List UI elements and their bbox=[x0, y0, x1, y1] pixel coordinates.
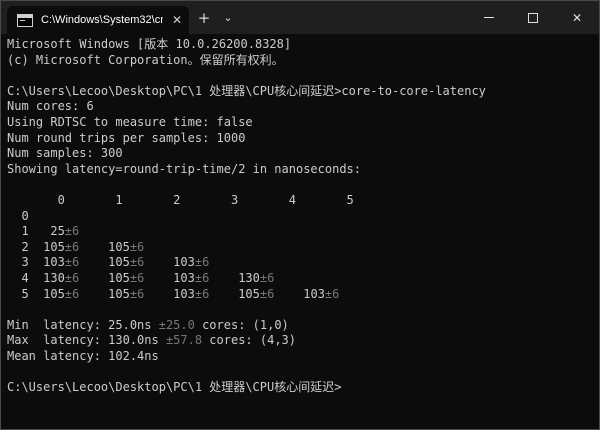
error-margin-text: ±6 bbox=[194, 255, 210, 270]
maximize-icon bbox=[528, 12, 538, 23]
terminal-line: Min latency: 25.0ns ±25.0 cores: (1,0) bbox=[7, 318, 593, 334]
error-margin-text: ±6 bbox=[129, 239, 145, 254]
terminal-text: 105 bbox=[79, 239, 130, 254]
error-margin-text: ±6 bbox=[129, 255, 145, 270]
terminal-line: Mean latency: 102.4ns bbox=[7, 349, 593, 365]
terminal-text: 130 bbox=[209, 270, 260, 285]
error-margin-text: ±25.0 bbox=[158, 317, 195, 332]
terminal-text: 103 bbox=[144, 270, 195, 285]
tab-cmd[interactable]: C:\Windows\System32\cmd.exe ✕ bbox=[7, 6, 189, 34]
error-margin-text: ±6 bbox=[64, 239, 80, 254]
error-margin-text: ±6 bbox=[324, 286, 340, 301]
terminal-line: 4 130±6 105±6 103±6 130±6 bbox=[7, 271, 593, 287]
terminal-text: cores: (1,0) bbox=[194, 317, 289, 332]
terminal-text: C:\Users\Lecoo\Desktop\PC\1 处理器\CPU核心间延迟… bbox=[7, 83, 486, 98]
minimize-icon bbox=[484, 17, 494, 18]
terminal-text: 1 25 bbox=[7, 224, 65, 239]
error-margin-text: ±6 bbox=[129, 270, 145, 285]
terminal-text: 2 105 bbox=[7, 239, 65, 254]
minimize-button[interactable] bbox=[467, 1, 511, 34]
terminal-text: 105 bbox=[79, 270, 130, 285]
terminal-text: 3 103 bbox=[7, 255, 65, 270]
terminal-text: 5 105 bbox=[7, 286, 65, 301]
terminal-text: 105 bbox=[79, 286, 130, 301]
terminal-text: 105 bbox=[79, 255, 130, 270]
terminal-line: 2 105±6 105±6 bbox=[7, 240, 593, 256]
terminal-text: 105 bbox=[209, 286, 260, 301]
terminal-line: C:\Users\Lecoo\Desktop\PC\1 处理器\CPU核心间延迟… bbox=[7, 84, 593, 100]
tab-dropdown-button[interactable]: ⌄ bbox=[220, 8, 236, 28]
terminal-line: 0 1 2 3 4 5 bbox=[7, 193, 593, 209]
error-margin-text: ±6 bbox=[64, 255, 80, 270]
terminal-line: 1 25±6 bbox=[7, 224, 593, 240]
terminal-icon bbox=[17, 13, 33, 27]
terminal-line: Microsoft Windows [版本 10.0.26200.8328] bbox=[7, 37, 593, 53]
terminal-line: Num samples: 300 bbox=[7, 146, 593, 162]
error-margin-text: ±6 bbox=[194, 270, 210, 285]
terminal-text: (c) Microsoft Corporation。保留所有权利。 bbox=[7, 52, 284, 67]
error-margin-text: ±6 bbox=[64, 286, 80, 301]
titlebar[interactable]: C:\Windows\System32\cmd.exe ✕ + ⌄ ✕ bbox=[1, 1, 599, 34]
terminal-line: C:\Users\Lecoo\Desktop\PC\1 处理器\CPU核心间延迟… bbox=[7, 380, 593, 396]
error-margin-text: ±6 bbox=[64, 270, 80, 285]
terminal-text: Num cores: 6 bbox=[7, 99, 94, 114]
window-controls: ✕ bbox=[467, 1, 599, 34]
terminal-text: Num round trips per samples: 1000 bbox=[7, 130, 246, 145]
terminal-text: 0 1 2 3 4 5 bbox=[7, 192, 354, 207]
tab-title: C:\Windows\System32\cmd.exe bbox=[41, 14, 163, 26]
terminal-line: (c) Microsoft Corporation。保留所有权利。 bbox=[7, 53, 593, 69]
terminal-text: Mean latency: 102.4ns bbox=[7, 348, 159, 363]
error-margin-text: ±6 bbox=[64, 224, 80, 239]
terminal-text: C:\Users\Lecoo\Desktop\PC\1 处理器\CPU核心间延迟… bbox=[7, 380, 342, 395]
terminal-line: 5 105±6 105±6 103±6 105±6 103±6 bbox=[7, 287, 593, 303]
terminal-line: 3 103±6 105±6 103±6 bbox=[7, 255, 593, 271]
terminal-line: Showing latency=round-trip-time/2 in nan… bbox=[7, 162, 593, 178]
terminal-text: cores: (4,3) bbox=[202, 333, 296, 348]
error-margin-text: ±6 bbox=[259, 270, 275, 285]
new-tab-button[interactable]: + bbox=[194, 8, 214, 28]
terminal-text: Max latency: 130.0ns bbox=[7, 333, 166, 348]
terminal-line: Max latency: 130.0ns ±57.8 cores: (4,3) bbox=[7, 333, 593, 349]
terminal-text: 0 bbox=[7, 208, 29, 223]
terminal-text: 103 bbox=[144, 286, 195, 301]
terminal-text: Showing latency=round-trip-time/2 in nan… bbox=[7, 161, 362, 176]
terminal-line: Using RDTSC to measure time: false bbox=[7, 115, 593, 131]
terminal-output[interactable]: Microsoft Windows [版本 10.0.26200.8328] (c… bbox=[1, 37, 599, 429]
maximize-button[interactable] bbox=[511, 1, 555, 34]
terminal-line: Num cores: 6 bbox=[7, 99, 593, 115]
error-margin-text: ±57.8 bbox=[165, 333, 203, 348]
terminal-text: Min latency: 25.0ns bbox=[7, 317, 159, 332]
terminal-line: Num round trips per samples: 1000 bbox=[7, 131, 593, 147]
error-margin-text: ±6 bbox=[259, 286, 275, 301]
terminal-text: 103 bbox=[144, 255, 195, 270]
terminal-text: Microsoft Windows [版本 10.0.26200.8328] bbox=[7, 37, 292, 51]
tab-close-icon[interactable]: ✕ bbox=[169, 13, 185, 27]
terminal-text: Using RDTSC to measure time: false bbox=[7, 114, 253, 129]
terminal-window: C:\Windows\System32\cmd.exe ✕ + ⌄ ✕ Micr… bbox=[0, 0, 600, 430]
terminal-text: Num samples: 300 bbox=[7, 146, 123, 161]
terminal-text: 103 bbox=[274, 286, 325, 301]
close-button[interactable]: ✕ bbox=[555, 1, 599, 34]
error-margin-text: ±6 bbox=[129, 286, 145, 301]
terminal-text: 4 130 bbox=[7, 270, 65, 285]
error-margin-text: ±6 bbox=[194, 286, 210, 301]
terminal-line: 0 bbox=[7, 209, 593, 225]
